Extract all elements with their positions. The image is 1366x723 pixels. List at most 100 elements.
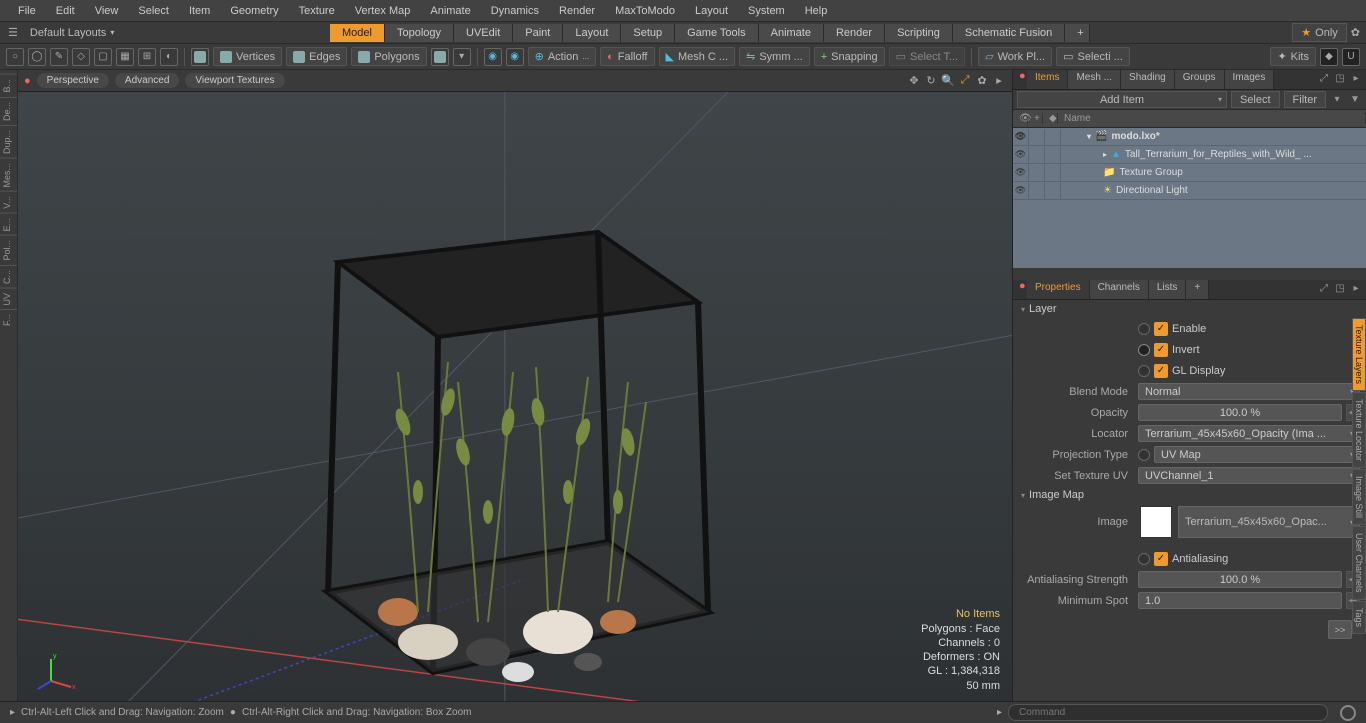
vp-move-icon[interactable]: ✥ xyxy=(907,74,921,88)
add-item-button[interactable]: Add Item xyxy=(1017,91,1227,108)
selectt-button[interactable]: ▭Select T... xyxy=(889,47,966,66)
menu-render[interactable]: Render xyxy=(549,5,605,17)
falloff-button[interactable]: ◐Falloff xyxy=(600,47,654,66)
tree-item-2[interactable]: 👁 ☀Directional Light xyxy=(1013,182,1366,200)
tool-sphere-icon[interactable]: ◐ xyxy=(160,48,178,66)
col-plus-icon[interactable]: + xyxy=(1028,113,1043,124)
meshc-button[interactable]: ◣Mesh C ... xyxy=(659,47,736,66)
filter-button[interactable]: Filter xyxy=(1284,91,1326,108)
lefttab-dup[interactable]: Dup... xyxy=(0,125,17,158)
status-chev-icon[interactable]: ▸ xyxy=(10,707,15,718)
vptab-advanced[interactable]: Advanced xyxy=(115,73,179,88)
lefttab-uv[interactable]: UV xyxy=(0,288,17,310)
menu-animate[interactable]: Animate xyxy=(420,5,480,17)
paneltab-items[interactable]: Items xyxy=(1027,70,1068,89)
snapping-button[interactable]: +Snapping xyxy=(814,47,885,66)
tab-add[interactable]: + xyxy=(1065,24,1090,42)
select-button[interactable]: Select xyxy=(1231,91,1280,108)
symm-button[interactable]: ⇋Symm ... xyxy=(739,47,810,66)
projection-dropdown[interactable]: UV Map xyxy=(1154,446,1360,463)
vertices-button[interactable]: Vertices xyxy=(213,47,282,66)
tool-circle-icon[interactable]: ○ xyxy=(6,48,24,66)
menu-maxtomodo[interactable]: MaxToModo xyxy=(605,5,685,17)
tab-schematic[interactable]: Schematic Fusion xyxy=(953,24,1065,42)
tool-globe2-icon[interactable]: ◉ xyxy=(506,48,524,66)
paneltab-images[interactable]: Images xyxy=(1225,70,1275,89)
layouts-icon[interactable]: ☰ xyxy=(8,26,18,39)
items-close-icon[interactable]: ● xyxy=(1019,70,1027,89)
edgetab-texturelocator[interactable]: Texture Locator xyxy=(1352,392,1366,468)
tab-gametools[interactable]: Game Tools xyxy=(675,24,759,42)
opacity-input[interactable]: 100.0 % xyxy=(1138,404,1342,421)
image-swatch[interactable] xyxy=(1140,506,1172,538)
menu-file[interactable]: File xyxy=(8,5,46,17)
tool-pen-icon[interactable]: ✎ xyxy=(50,48,68,66)
tool-material-icon[interactable] xyxy=(431,48,449,66)
command-input[interactable]: Command xyxy=(1008,704,1328,721)
kits-button[interactable]: ✦Kits xyxy=(1270,47,1316,66)
menu-layout[interactable]: Layout xyxy=(685,5,738,17)
items-tree[interactable]: 👁 ▾🎬modo.lxo* 👁 ▸▲Tall_Terrarium_for_Rep… xyxy=(1013,128,1366,268)
gear-icon[interactable]: ✿ xyxy=(1351,26,1360,39)
filter-funnel-icon[interactable]: ▼ xyxy=(1348,92,1362,108)
vp-expand-icon[interactable]: ⤢ xyxy=(958,74,972,88)
props-expand-icon[interactable]: ⤢ xyxy=(1317,280,1331,296)
tool-rect-icon[interactable]: ▢ xyxy=(94,48,112,66)
tab-setup[interactable]: Setup xyxy=(621,24,675,42)
tool-grid-icon[interactable]: ▦ xyxy=(116,48,134,66)
invert-check[interactable]: ✓ xyxy=(1154,343,1168,357)
paneltab-groups[interactable]: Groups xyxy=(1175,70,1225,89)
blendmode-dropdown[interactable]: Normal xyxy=(1138,383,1360,400)
lefttab-v[interactable]: V... xyxy=(0,191,17,213)
paneltab-channels[interactable]: Channels xyxy=(1090,280,1149,299)
panel-chev-icon[interactable]: ▸ xyxy=(1349,70,1363,86)
go-button[interactable]: >> xyxy=(1328,620,1352,639)
tool-cube-icon[interactable] xyxy=(191,48,209,66)
vp-refresh-icon[interactable]: ↻ xyxy=(924,74,938,88)
tree-item-1[interactable]: 👁 📁Texture Group xyxy=(1013,164,1366,182)
layouts-dropdown[interactable]: Default Layouts ▾ xyxy=(24,25,120,41)
selecti-button[interactable]: ▭Selecti ... xyxy=(1056,47,1130,66)
unreal-icon[interactable]: U xyxy=(1342,48,1360,66)
viewport-close-icon[interactable]: ● xyxy=(24,75,31,87)
enable-check[interactable]: ✓ xyxy=(1154,322,1168,336)
panel-popout-icon[interactable]: ◳ xyxy=(1333,70,1347,86)
menu-geometry[interactable]: Geometry xyxy=(220,5,288,17)
tool-lasso-icon[interactable]: ◇ xyxy=(72,48,90,66)
tab-uvedit[interactable]: UVEdit xyxy=(454,24,513,42)
menu-view[interactable]: View xyxy=(85,5,129,17)
engine-icon[interactable]: ◆ xyxy=(1320,48,1338,66)
edgetab-userchannels[interactable]: User Channels xyxy=(1352,526,1366,600)
edgetab-imagestill[interactable]: Image Still xyxy=(1352,469,1366,525)
props-close-icon[interactable]: ● xyxy=(1019,280,1027,299)
edgetab-texturelayers[interactable]: Texture Layers xyxy=(1352,318,1366,391)
enable-radio[interactable] xyxy=(1138,323,1150,335)
vp-chev-icon[interactable]: ▸ xyxy=(992,74,1006,88)
tree-item-0[interactable]: 👁 ▸▲Tall_Terrarium_for_Reptiles_with_Wil… xyxy=(1013,146,1366,164)
settexture-dropdown[interactable]: UVChannel_1 xyxy=(1138,467,1360,484)
record-button[interactable] xyxy=(1340,705,1356,721)
paneltab-mesh[interactable]: Mesh ... xyxy=(1068,70,1121,89)
gl-radio[interactable] xyxy=(1138,365,1150,377)
paneltab-plus[interactable]: + xyxy=(1186,280,1209,299)
menu-vertexmap[interactable]: Vertex Map xyxy=(345,5,421,17)
col-eye-icon[interactable]: 👁 xyxy=(1013,113,1028,124)
menu-help[interactable]: Help xyxy=(795,5,838,17)
tree-root[interactable]: 👁 ▾🎬modo.lxo* xyxy=(1013,128,1366,146)
workpl-button[interactable]: ▱Work Pl... xyxy=(978,47,1052,66)
lefttab-b[interactable]: B... xyxy=(0,74,17,97)
menu-dynamics[interactable]: Dynamics xyxy=(481,5,549,17)
menu-texture[interactable]: Texture xyxy=(289,5,345,17)
tab-model[interactable]: Model xyxy=(330,24,385,42)
tab-topology[interactable]: Topology xyxy=(385,24,454,42)
menu-edit[interactable]: Edit xyxy=(46,5,85,17)
minspot-input[interactable]: 1.0 xyxy=(1138,592,1342,609)
aastrength-input[interactable]: 100.0 % xyxy=(1138,571,1342,588)
locator-dropdown[interactable]: Terrarium_45x45x60_Opacity (Ima ... xyxy=(1138,425,1360,442)
viewport-3d[interactable]: No Items Polygons : Face Channels : 0 De… xyxy=(18,92,1012,701)
tool-grid2-icon[interactable]: ⊞ xyxy=(138,48,156,66)
vptab-perspective[interactable]: Perspective xyxy=(37,73,109,88)
lefttab-mes[interactable]: Mes... xyxy=(0,158,17,192)
polygons-button[interactable]: Polygons xyxy=(351,47,426,66)
tool-chev-icon[interactable]: ▾ xyxy=(453,48,471,66)
